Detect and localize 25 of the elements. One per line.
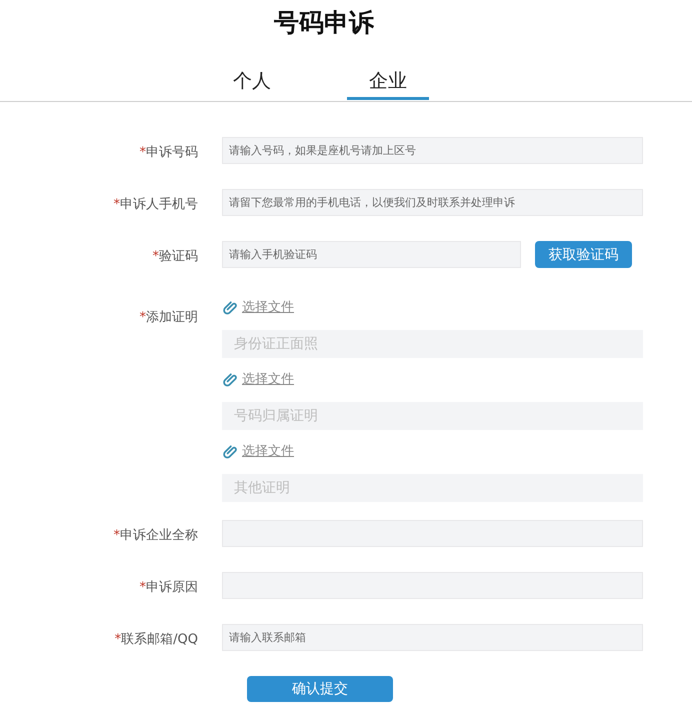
paperclip-icon — [222, 443, 238, 459]
page-title: 号码申诉 — [273, 7, 375, 39]
field-label: *申诉号码 — [140, 145, 198, 160]
paperclip-icon — [222, 299, 238, 315]
field-label: *申诉企业全称 — [114, 528, 198, 543]
paperclip-icon — [222, 371, 238, 387]
input-field[interactable]: 其他证明 — [222, 474, 643, 502]
field-label: *联系邮箱/QQ — [114, 632, 198, 647]
field-label: *申诉原因 — [140, 580, 198, 595]
field-label: *添加证明 — [140, 310, 198, 325]
input-field[interactable]: 请输入联系邮箱 — [222, 624, 643, 651]
field-label: *申诉人手机号 — [114, 197, 198, 212]
get-code-button[interactable]: 获取验证码 — [535, 241, 632, 268]
field-label: *验证码 — [152, 249, 198, 264]
choose-file-link[interactable]: 选择文件 — [242, 442, 294, 460]
input-field[interactable]: 请输入手机验证码 — [222, 241, 521, 268]
input-field[interactable]: 号码归属证明 — [222, 402, 643, 430]
tab[interactable]: 企业 — [347, 68, 429, 100]
choose-file-link[interactable]: 选择文件 — [242, 370, 294, 388]
input-field[interactable]: 请留下您最常用的手机电话，以便我们及时联系并处理申诉 — [222, 189, 643, 216]
submit-button[interactable]: 确认提交 — [247, 676, 393, 702]
tab[interactable]: 个人 — [211, 68, 293, 100]
input-field[interactable]: 身份证正面照 — [222, 330, 643, 358]
input-field[interactable]: 请输入号码，如果是座机号请加上区号 — [222, 137, 643, 164]
choose-file-link[interactable]: 选择文件 — [242, 298, 294, 316]
